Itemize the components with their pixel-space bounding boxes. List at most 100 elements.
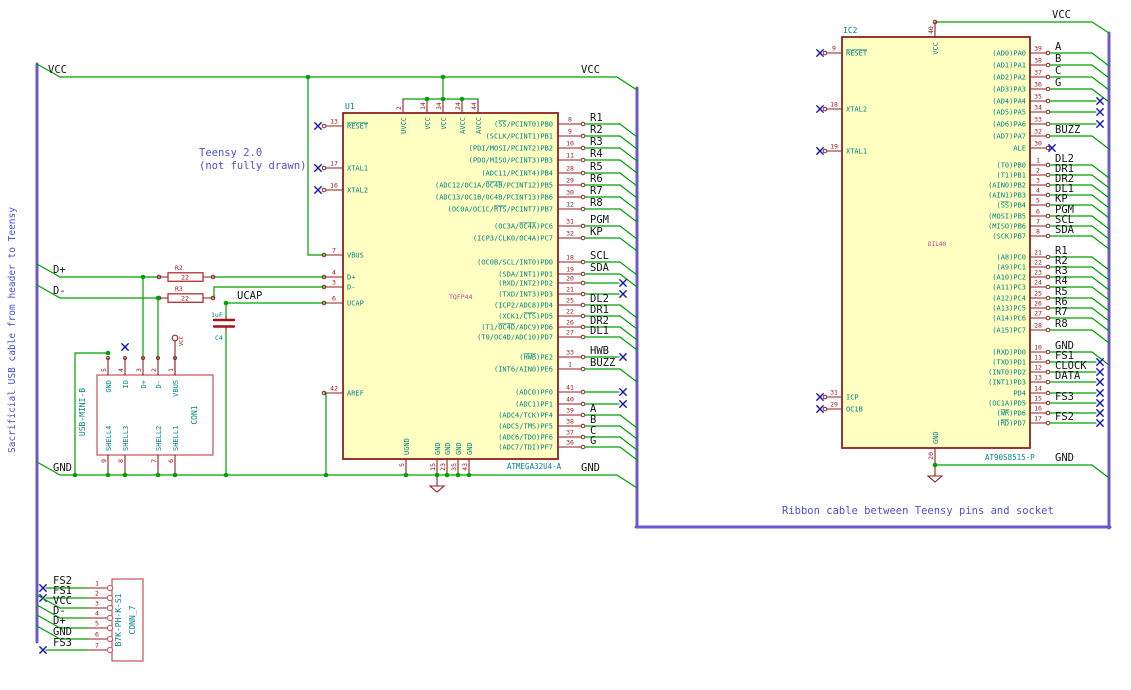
component-ref[interactable]: U1 <box>345 102 355 111</box>
component-ref[interactable]: IC2 <box>843 26 858 35</box>
wire[interactable] <box>1091 235 1110 250</box>
wire[interactable] <box>619 123 638 138</box>
net-label[interactable]: R8 <box>590 197 603 209</box>
component-value[interactable]: B7K-PH-K-S1 <box>114 593 123 646</box>
component-value[interactable]: AT90S8515-P <box>985 453 1035 462</box>
component-ref[interactable]: R3 <box>175 285 183 293</box>
net-label-dminus[interactable]: D- <box>53 285 66 297</box>
net-label-dplus[interactable]: D+ <box>53 264 66 276</box>
net-label-gnd[interactable]: GND <box>581 462 600 474</box>
net-label[interactable]: R7 <box>1055 306 1068 318</box>
component-value[interactable]: 22 <box>181 274 189 282</box>
wire[interactable] <box>619 208 638 223</box>
wire[interactable] <box>619 196 638 211</box>
wire[interactable] <box>619 436 638 451</box>
component-value[interactable]: ATMEGA32U4-A <box>507 462 562 471</box>
wire[interactable] <box>619 315 638 330</box>
net-label[interactable]: SDA <box>1055 224 1075 236</box>
net-label[interactable]: R3 <box>590 136 603 148</box>
net-label-vcc[interactable]: VCC <box>1052 9 1071 21</box>
pin-circle <box>106 646 114 654</box>
net-label-ucap[interactable]: UCAP <box>237 290 262 302</box>
net-label[interactable]: B <box>1055 53 1061 65</box>
net-label-vcc[interactable]: VCC <box>48 64 67 76</box>
net-label[interactable]: SCL <box>590 250 609 262</box>
net-label[interactable]: R2 <box>590 124 603 136</box>
wire[interactable] <box>1091 329 1110 344</box>
component-ref[interactable]: CON1 <box>190 405 199 424</box>
wire[interactable] <box>1091 52 1110 67</box>
net-label[interactable]: KP <box>590 226 603 238</box>
component-ref[interactable]: R2 <box>175 264 183 272</box>
component-ref[interactable]: CONN_7 <box>128 605 137 634</box>
net-label[interactable]: R6 <box>590 173 603 185</box>
net-label[interactable]: FS2 <box>1055 411 1074 423</box>
net-label[interactable]: FS3 <box>53 637 72 649</box>
net-label-gnd[interactable]: GND <box>53 462 72 474</box>
wire[interactable] <box>1091 76 1110 91</box>
net-label[interactable]: FS3 <box>1055 391 1074 403</box>
net-label-vcc[interactable]: VCC <box>581 64 600 76</box>
wire[interactable] <box>1091 225 1110 240</box>
component-value[interactable]: 1uF <box>211 311 223 319</box>
wire[interactable] <box>1091 164 1110 179</box>
wire[interactable] <box>1091 307 1110 322</box>
wire[interactable] <box>619 414 638 429</box>
net-label[interactable]: A <box>1055 41 1062 53</box>
wire[interactable] <box>619 446 638 461</box>
net-label-gnd[interactable]: GND <box>1055 452 1074 464</box>
component-value[interactable]: USB-MINI-B <box>78 388 87 436</box>
wire[interactable] <box>1091 464 1110 479</box>
net-label[interactable]: G <box>590 435 596 447</box>
net-label[interactable]: R4 <box>590 148 603 160</box>
wire[interactable] <box>619 425 638 440</box>
net-label[interactable]: C <box>1055 65 1061 77</box>
wire[interactable] <box>619 159 638 174</box>
wire[interactable] <box>1091 317 1110 332</box>
net-label[interactable]: G <box>1055 77 1061 89</box>
net-label[interactable]: HWB <box>590 345 609 357</box>
wire[interactable] <box>619 147 638 162</box>
wire[interactable] <box>1091 266 1110 281</box>
wire[interactable] <box>1091 204 1110 219</box>
component-ref[interactable]: C4 <box>215 334 223 342</box>
wire[interactable] <box>1091 215 1110 230</box>
net-label[interactable]: PGM <box>590 214 609 226</box>
net-label[interactable]: BUZZ <box>590 357 615 369</box>
wire[interactable] <box>1091 256 1110 271</box>
wire[interactable] <box>619 326 638 341</box>
wire[interactable] <box>1091 184 1110 199</box>
wire[interactable] <box>619 237 638 252</box>
wire[interactable] <box>619 184 638 199</box>
wire[interactable] <box>1091 194 1110 209</box>
net-label[interactable]: BUZZ <box>1055 124 1080 136</box>
pin-number: 20 <box>566 275 574 283</box>
net-label[interactable]: R8 <box>1055 318 1068 330</box>
wire[interactable] <box>619 225 638 240</box>
net-label[interactable]: DATA <box>1055 370 1081 382</box>
wire[interactable] <box>1091 276 1110 291</box>
wire[interactable] <box>616 474 638 489</box>
pin-number: 43 <box>461 463 469 471</box>
net-label[interactable]: SDA <box>590 262 610 274</box>
wire[interactable] <box>619 304 638 319</box>
wire[interactable] <box>1091 297 1110 312</box>
wire[interactable] <box>1091 174 1110 189</box>
net-label[interactable]: DL1 <box>590 325 609 337</box>
wire[interactable] <box>619 368 638 383</box>
wire[interactable] <box>619 273 638 288</box>
wire[interactable] <box>619 336 638 351</box>
net-label[interactable]: R5 <box>590 161 603 173</box>
wire[interactable] <box>616 76 638 91</box>
wire[interactable] <box>1091 64 1110 79</box>
component-value[interactable]: 22 <box>181 295 189 303</box>
wire[interactable] <box>1091 21 1110 34</box>
wire[interactable] <box>1091 286 1110 301</box>
pin-name: GND <box>434 442 442 455</box>
wire[interactable] <box>1091 135 1110 150</box>
wire[interactable] <box>619 172 638 187</box>
wire[interactable] <box>619 261 638 276</box>
net-label[interactable]: R7 <box>590 185 603 197</box>
wire[interactable] <box>619 135 638 150</box>
net-label[interactable]: R1 <box>590 112 603 124</box>
